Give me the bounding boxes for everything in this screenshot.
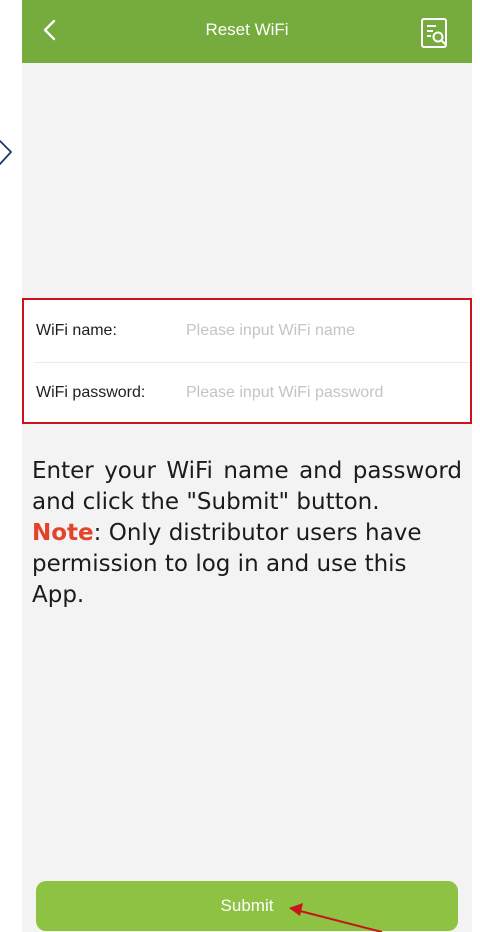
submit-button[interactable]: Submit bbox=[36, 881, 458, 931]
instructions-text: Enter your WiFi name and password and cl… bbox=[32, 458, 462, 515]
note-paragraph: Note: Only distributor users have permis… bbox=[32, 518, 462, 611]
form-divider bbox=[34, 362, 470, 363]
wifi-password-label: WiFi password: bbox=[36, 384, 146, 401]
instructions-block: Enter your WiFi name and password and cl… bbox=[32, 456, 462, 611]
app-screen: Reset WiFi WiFi name: WiFi password: Ent… bbox=[22, 0, 472, 932]
wifi-form: WiFi name: WiFi password: bbox=[22, 298, 472, 424]
header-bar: Reset WiFi bbox=[22, 0, 472, 63]
page-title: Reset WiFi bbox=[205, 20, 289, 39]
note-label: Note bbox=[32, 520, 94, 546]
document-search-icon[interactable] bbox=[418, 16, 452, 50]
annotation-chevron-icon bbox=[0, 140, 12, 165]
wifi-name-row: WiFi name: bbox=[24, 302, 470, 362]
wifi-name-input[interactable] bbox=[186, 314, 456, 348]
wifi-name-label: WiFi name: bbox=[36, 322, 117, 339]
wifi-password-input[interactable] bbox=[186, 376, 456, 410]
wifi-password-row: WiFi password: bbox=[24, 364, 470, 424]
